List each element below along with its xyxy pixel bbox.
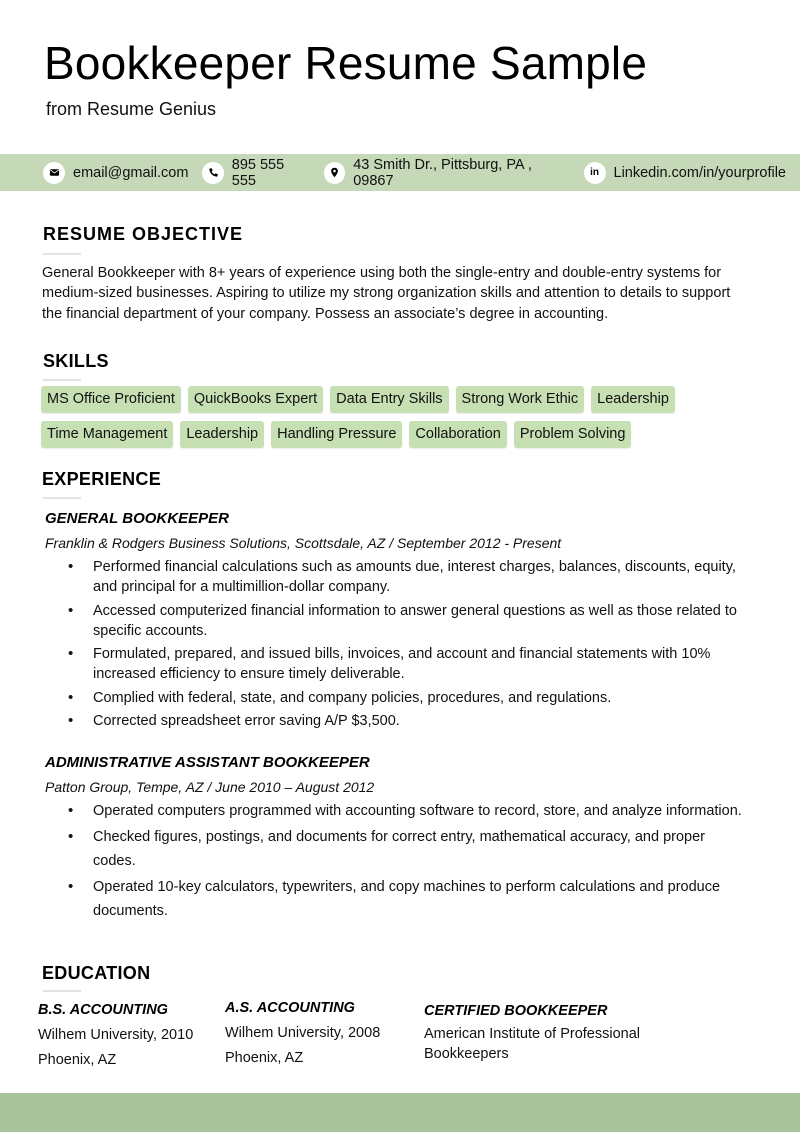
contact-address[interactable]: 43 Smith Dr., Pittsburg, PA , 09867 [323,156,570,189]
job-bullet: Formulated, prepared, and issued bills, … [66,644,746,684]
job-bullet: Operated 10-key calculators, typewriters… [66,875,746,923]
linkedin-icon: in [583,161,606,184]
education-institution: Bookkeepers [424,1046,509,1062]
skill-tag: Leadership [180,421,265,448]
experience-heading-rule [43,497,81,499]
contact-linkedin[interactable]: in Linkedin.com/in/yourprofile [583,161,786,184]
skills-list: MS Office Proficient QuickBooks Expert D… [41,386,761,456]
resume-title: Bookkeeper Resume Sample [44,37,648,89]
objective-text: General Bookkeeper with 8+ years of expe… [42,265,731,322]
education-location: Phoenix, AZ [38,1052,117,1068]
job-bullets: Operated computers programmed with accou… [66,799,746,925]
job-meta: Patton Group, Tempe, AZ / June 2010 – Au… [45,779,375,795]
skill-tag: Handling Pressure [271,421,403,448]
job-meta: Franklin & Rodgers Business Solutions, S… [45,535,562,551]
job-title: GENERAL BOOKKEEPER [45,510,229,527]
objective-heading: RESUME OBJECTIVE [43,224,244,244]
job-bullet: Accessed computerized financial informat… [66,601,746,641]
job-title: ADMINISTRATIVE ASSISTANT BOOKKEEPER [45,754,370,771]
contact-linkedin-text: Linkedin.com/in/yourprofile [613,164,786,181]
contact-phone[interactable]: 895 555 555 [202,157,309,189]
experience-heading: EXPERIENCE [42,469,162,489]
education-school: Wilhem University, 2008 [225,1025,381,1041]
skill-tag: Data Entry Skills [330,386,449,413]
job-bullet: Complied with federal, state, and compan… [66,688,746,708]
skill-tag: Collaboration [409,421,507,448]
education-entry: CERTIFIED BOOKKEEPER American Institute … [424,1003,640,1064]
map-pin-icon [323,161,346,184]
skill-tag: Strong Work Ethic [455,386,585,413]
education-degree: B.S. ACCOUNTING [38,1002,168,1018]
education-school: Wilhem University, 2010 [38,1027,194,1043]
footer-bar [0,1093,800,1132]
education-degree: A.S. ACCOUNTING [225,1000,355,1016]
envelope-icon [43,161,65,184]
education-degree: CERTIFIED BOOKKEEPER [424,1003,608,1019]
contact-email[interactable]: email@gmail.com [43,161,189,184]
education-entry: A.S. ACCOUNTING Wilhem University, 2008 … [225,1000,380,1071]
education-heading-rule [43,990,81,992]
job-bullet: Performed financial calculations such as… [66,557,746,597]
skills-row: MS Office Proficient QuickBooks Expert D… [41,386,761,413]
skill-tag: MS Office Proficient [41,386,181,413]
education-location: Phoenix, AZ [225,1050,304,1066]
resume-subtitle: from Resume Genius [46,99,217,119]
job-bullet: Operated computers programmed with accou… [66,799,746,823]
contact-phone-text: 895 555 555 [231,156,285,189]
job-bullet: Checked figures, postings, and documents… [66,825,746,873]
education-heading: EDUCATION [42,963,151,983]
contact-bar: email@gmail.com 895 555 555 43 Smith Dr.… [0,154,800,191]
skill-tag: QuickBooks Expert [187,386,324,413]
skills-heading: SKILLS [43,351,109,371]
contact-email-text: email@gmail.com [73,164,189,181]
job-bullet: Corrected spreadsheet error saving A/P $… [66,711,746,731]
education-institution: American Institute of Professional [424,1026,640,1042]
job-bullets: Performed financial calculations such as… [66,557,746,735]
education-entry: B.S. ACCOUNTING Wilhem University, 2010 … [38,1002,193,1073]
objective-heading-rule [43,253,81,255]
skill-tag: Time Management [41,421,174,448]
contact-address-text: 43 Smith Dr., Pittsburg, PA , 09867 [353,156,532,189]
skill-tag: Leadership [591,386,675,413]
skill-tag: Problem Solving [513,421,632,448]
skills-heading-rule [43,379,81,381]
skills-row: Time Management Leadership Handling Pres… [41,421,761,448]
phone-icon [202,161,224,184]
